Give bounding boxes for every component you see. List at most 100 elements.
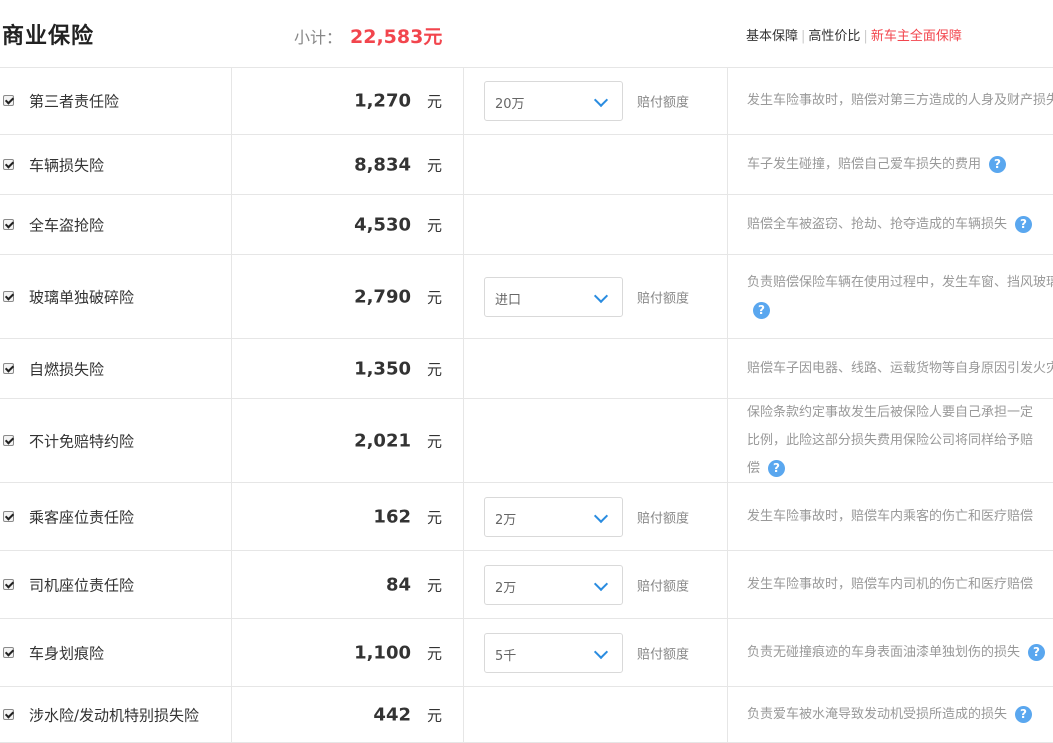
insurance-checkbox[interactable] bbox=[3, 646, 14, 658]
option-cell: 5千 赔付额度 bbox=[464, 619, 728, 686]
coverage-label: 赔付额度 bbox=[637, 95, 690, 111]
insurance-checkbox[interactable] bbox=[3, 510, 14, 522]
help-icon[interactable]: ? bbox=[1015, 705, 1033, 723]
chevron-down-icon bbox=[593, 288, 609, 303]
chevron-down-icon bbox=[593, 508, 609, 523]
insurance-row: 不计免赔特约险 2,021 元 保险条款约定事故发生后被保险人要自己承担一定比例… bbox=[0, 399, 1053, 483]
insurance-desc-text: 负责赔偿保险车辆在使用过程中，发生车窗、挡风玻璃 bbox=[747, 274, 1053, 290]
coverage-label: 赔付额度 bbox=[637, 291, 690, 306]
price-cell: 162 元 bbox=[232, 483, 464, 550]
option-cell: 2万 赔付额度 bbox=[464, 483, 728, 550]
desc-cell: 负责爱车被水淹导致发动机受损所造成的损失? bbox=[728, 687, 1053, 742]
coverage-select[interactable]: 2万 bbox=[484, 564, 623, 605]
name-cell: 涉水险/发动机特别损失险 bbox=[0, 687, 232, 742]
insurance-name: 自燃损失险 bbox=[29, 360, 105, 378]
plan-tabs: 基本保障 | 高性价比 | 新车主全面保障 bbox=[746, 25, 962, 44]
insurance-price: 1,100 bbox=[354, 642, 411, 663]
insurance-desc: 发生车险事故时，赔偿车内乘客的伤亡和医疗赔偿 bbox=[747, 503, 1053, 531]
price-unit: 元 bbox=[426, 216, 442, 234]
tab-new-owner[interactable]: 新车主全面保障 bbox=[871, 29, 962, 44]
price-cell: 8,834 元 bbox=[232, 135, 464, 194]
price-cell: 1,350 元 bbox=[232, 339, 464, 398]
price-unit: 元 bbox=[426, 360, 442, 378]
option-cell: 2万 赔付额度 bbox=[464, 551, 728, 618]
price-unit: 元 bbox=[426, 288, 442, 306]
insurance-desc: 负责无碰撞痕迹的车身表面油漆单独划伤的损失? bbox=[747, 639, 1053, 667]
tab-separator: | bbox=[801, 29, 806, 44]
coverage-label: 赔付额度 bbox=[637, 511, 690, 526]
price-cell: 4,530 元 bbox=[232, 195, 464, 254]
help-icon[interactable]: ? bbox=[1028, 643, 1046, 661]
section-title: 商业保险 bbox=[2, 24, 95, 49]
insurance-desc: 发生车险事故时，赔偿车内司机的伤亡和医疗赔偿 bbox=[747, 571, 1053, 599]
coverage-select[interactable]: 5千 bbox=[484, 632, 623, 673]
insurance-name: 涉水险/发动机特别损失险 bbox=[29, 706, 200, 724]
desc-cell: 负责无碰撞痕迹的车身表面油漆单独划伤的损失? bbox=[728, 619, 1053, 686]
coverage-select-value: 20万 bbox=[495, 97, 525, 112]
insurance-checkbox[interactable] bbox=[3, 290, 14, 302]
name-cell: 自燃损失险 bbox=[0, 339, 232, 398]
option-cell: 进口 赔付额度 bbox=[464, 255, 728, 338]
tab-basic[interactable]: 基本保障 bbox=[746, 29, 798, 44]
help-icon[interactable]: ? bbox=[989, 155, 1007, 173]
insurance-row: 司机座位责任险 84 元 2万 赔付额度 发生车险事故时，赔偿车内司机的伤亡和医… bbox=[0, 551, 1053, 619]
insurance-row: 自燃损失险 1,350 元 赔偿车子因电器、线路、运载货物等自身原因引发火灾 bbox=[0, 339, 1053, 399]
desc-cell: 负责赔偿保险车辆在使用过程中，发生车窗、挡风玻璃? bbox=[728, 255, 1053, 338]
insurance-checkbox[interactable] bbox=[3, 578, 14, 590]
price-cell: 1,270 元 bbox=[232, 68, 464, 134]
coverage-select-value: 5千 bbox=[495, 648, 517, 664]
insurance-row: 全车盗抢险 4,530 元 赔偿全车被盗窃、抢劫、抢夺造成的车辆损失? bbox=[0, 195, 1053, 255]
coverage-select[interactable]: 2万 bbox=[484, 496, 623, 537]
desc-cell: 赔偿全车被盗窃、抢劫、抢夺造成的车辆损失? bbox=[728, 195, 1053, 254]
insurance-name: 乘客座位责任险 bbox=[29, 508, 135, 526]
insurance-price: 162 bbox=[373, 506, 411, 527]
name-cell: 全车盗抢险 bbox=[0, 195, 232, 254]
insurance-checkbox[interactable] bbox=[3, 95, 14, 106]
desc-cell: 保险条款约定事故发生后被保险人要自己承担一定比例，此险这部分损失费用保险公司将同… bbox=[728, 399, 1053, 482]
insurance-name: 不计免赔特约险 bbox=[29, 432, 135, 450]
insurance-desc: 保险条款约定事故发生后被保险人要自己承担一定比例，此险这部分损失费用保险公司将同… bbox=[747, 399, 1042, 482]
tab-value[interactable]: 高性价比 bbox=[808, 29, 860, 44]
insurance-desc-text: 发生车险事故时，赔偿车内乘客的伤亡和医疗赔偿 bbox=[747, 508, 1034, 524]
insurance-checkbox[interactable] bbox=[3, 708, 14, 720]
price-cell: 1,100 元 bbox=[232, 619, 464, 686]
option-cell: 20万 赔付额度 bbox=[464, 68, 728, 134]
coverage-select[interactable]: 20万 bbox=[484, 81, 623, 121]
option-cell bbox=[464, 399, 728, 482]
coverage-select-value: 进口 bbox=[495, 292, 522, 308]
desc-cell: 车子发生碰撞，赔偿自己爱车损失的费用? bbox=[728, 135, 1053, 194]
insurance-list: 第三者责任险 1,270 元 20万 赔付额度 发生车险事故时，赔偿对第三方造成… bbox=[0, 68, 1053, 743]
help-icon[interactable]: ? bbox=[1015, 215, 1033, 233]
help-icon[interactable]: ? bbox=[768, 459, 786, 477]
help-icon[interactable]: ? bbox=[753, 301, 770, 319]
subtotal-label: 小计： bbox=[294, 28, 343, 47]
name-cell: 车身划痕险 bbox=[0, 619, 232, 686]
insurance-name: 司机座位责任险 bbox=[29, 576, 135, 594]
name-cell: 乘客座位责任险 bbox=[0, 483, 232, 550]
coverage-label: 赔付额度 bbox=[637, 579, 690, 594]
option-cell bbox=[464, 195, 728, 254]
insurance-desc-text: 赔偿全车被盗窃、抢劫、抢夺造成的车辆损失 bbox=[747, 216, 1008, 232]
insurance-checkbox[interactable] bbox=[3, 434, 14, 446]
price-cell: 84 元 bbox=[232, 551, 464, 618]
insurance-desc: 负责爱车被水淹导致发动机受损所造成的损失? bbox=[747, 701, 1053, 729]
insurance-desc-text: 发生车险事故时，赔偿车内司机的伤亡和医疗赔偿 bbox=[747, 576, 1034, 592]
insurance-checkbox[interactable] bbox=[3, 158, 14, 170]
price-cell: 2,790 元 bbox=[232, 255, 464, 338]
insurance-row: 玻璃单独破碎险 2,790 元 进口 赔付额度 负责赔偿保险车辆在使用过程中，发… bbox=[0, 255, 1053, 339]
name-cell: 车辆损失险 bbox=[0, 135, 232, 194]
insurance-price: 1,350 bbox=[354, 358, 411, 379]
price-unit: 元 bbox=[426, 706, 442, 724]
coverage-select-value: 2万 bbox=[495, 512, 517, 528]
insurance-desc-text: 负责爱车被水淹导致发动机受损所造成的损失 bbox=[747, 706, 1008, 722]
insurance-row: 涉水险/发动机特别损失险 442 元 负责爱车被水淹导致发动机受损所造成的损失? bbox=[0, 687, 1053, 743]
insurance-desc-text: 赔偿车子因电器、线路、运载货物等自身原因引发火灾 bbox=[747, 360, 1053, 376]
insurance-desc: 发生车险事故时，赔偿对第三方造成的人身及财产损失 bbox=[747, 87, 1053, 115]
price-unit: 元 bbox=[426, 508, 442, 526]
price-unit: 元 bbox=[426, 644, 442, 662]
coverage-select[interactable]: 进口 bbox=[484, 276, 623, 317]
insurance-checkbox[interactable] bbox=[3, 218, 14, 230]
insurance-checkbox[interactable] bbox=[3, 362, 14, 374]
price-cell: 2,021 元 bbox=[232, 399, 464, 482]
name-cell: 玻璃单独破碎险 bbox=[0, 255, 232, 338]
